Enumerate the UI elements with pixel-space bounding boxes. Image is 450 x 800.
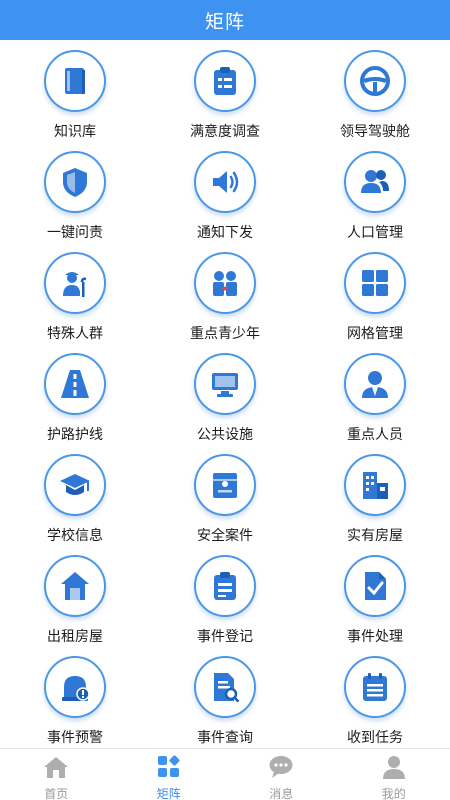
grid-item-label: 事件查询	[197, 730, 253, 746]
monitor-icon	[194, 353, 256, 415]
grid-item[interactable]: 事件查询	[150, 654, 300, 755]
grid-item-label: 事件处理	[347, 629, 403, 645]
document-search-icon	[194, 656, 256, 718]
road-icon	[44, 353, 106, 415]
grid-item-label: 安全案件	[197, 528, 253, 544]
grid-item[interactable]: 一键问责	[0, 149, 150, 250]
grid-item-label: 人口管理	[347, 225, 403, 241]
grid-item-label: 护路护线	[47, 427, 103, 443]
document-check-icon	[344, 555, 406, 617]
grid-item-label: 重点人员	[347, 427, 403, 443]
case-box-icon	[194, 454, 256, 516]
person-suit-icon	[344, 353, 406, 415]
register-clipboard-icon	[194, 555, 256, 617]
tab-matrix[interactable]: 矩阵	[113, 749, 226, 800]
grid-item-label: 事件登记	[197, 629, 253, 645]
alarm-icon	[44, 656, 106, 718]
grid-item[interactable]: 学校信息	[0, 452, 150, 553]
grid-item[interactable]: 公共设施	[150, 351, 300, 452]
tab-message[interactable]: 消息	[225, 749, 338, 800]
grid-item[interactable]: 事件处理	[300, 553, 450, 654]
feature-grid: 知识库 满意度调查 领导驾驶舱一键问责 通知下发 人口管理特殊人群 重点青少年 网格管理护路…	[0, 48, 450, 755]
tab-profile[interactable]: 我的	[338, 749, 450, 800]
grid-item[interactable]: 事件登记	[150, 553, 300, 654]
grid-item-label: 收到任务	[347, 730, 403, 746]
grid-item[interactable]: 收到任务	[300, 654, 450, 755]
users-icon	[344, 151, 406, 213]
grid-item-label: 领导驾驶舱	[340, 124, 410, 140]
grid-item[interactable]: 知识库	[0, 48, 150, 149]
grid-item-label: 网格管理	[347, 326, 403, 342]
elderly-icon	[44, 252, 106, 314]
shield-icon	[44, 151, 106, 213]
grid-item[interactable]: 出租房屋	[0, 553, 150, 654]
tab-label: 首页	[44, 787, 69, 800]
bottom-tab-bar: 首页 矩阵 消息 我的	[0, 748, 450, 800]
grid-item-label: 学校信息	[47, 528, 103, 544]
grid-item[interactable]: 通知下发	[150, 149, 300, 250]
book-icon	[44, 50, 106, 112]
speaker-icon	[194, 151, 256, 213]
teens-icon	[194, 252, 256, 314]
grid-item-label: 公共设施	[197, 427, 253, 443]
grid-item[interactable]: 人口管理	[300, 149, 450, 250]
tab-label: 矩阵	[156, 787, 181, 800]
tab-label: 消息	[269, 787, 294, 800]
grid-item-label: 重点青少年	[190, 326, 260, 342]
grid-item-label: 知识库	[54, 124, 96, 140]
calendar-list-icon	[344, 656, 406, 718]
grid-item[interactable]: 重点青少年	[150, 250, 300, 351]
graduation-cap-icon	[44, 454, 106, 516]
app-header: 矩阵	[0, 0, 450, 40]
grid-item[interactable]: 护路护线	[0, 351, 150, 452]
grid-item[interactable]: 实有房屋	[300, 452, 450, 553]
steering-wheel-icon	[344, 50, 406, 112]
grid-item[interactable]: 特殊人群	[0, 250, 150, 351]
profile-icon	[381, 754, 407, 784]
home-icon	[43, 754, 69, 784]
grid-item-label: 实有房屋	[347, 528, 403, 544]
grid-icon	[344, 252, 406, 314]
grid-item[interactable]: 网格管理	[300, 250, 450, 351]
grid-item[interactable]: 满意度调查	[150, 48, 300, 149]
grid-item-label: 事件预警	[47, 730, 103, 746]
grid-item-label: 满意度调查	[190, 124, 260, 140]
house-icon	[44, 555, 106, 617]
grid-item-label: 通知下发	[197, 225, 253, 241]
tab-label: 我的	[381, 787, 406, 800]
grid-item[interactable]: 重点人员	[300, 351, 450, 452]
building-icon	[344, 454, 406, 516]
grid-item-label: 特殊人群	[47, 326, 103, 342]
grid-item[interactable]: 领导驾驶舱	[300, 48, 450, 149]
grid-item[interactable]: 事件预警	[0, 654, 150, 755]
grid-item[interactable]: 安全案件	[150, 452, 300, 553]
page-title: 矩阵	[204, 10, 245, 33]
tab-home[interactable]: 首页	[0, 749, 113, 800]
matrix-icon	[156, 754, 182, 784]
grid-item-label: 一键问责	[47, 225, 103, 241]
clipboard-icon	[194, 50, 256, 112]
message-icon	[268, 754, 294, 784]
grid-item-label: 出租房屋	[47, 629, 103, 645]
